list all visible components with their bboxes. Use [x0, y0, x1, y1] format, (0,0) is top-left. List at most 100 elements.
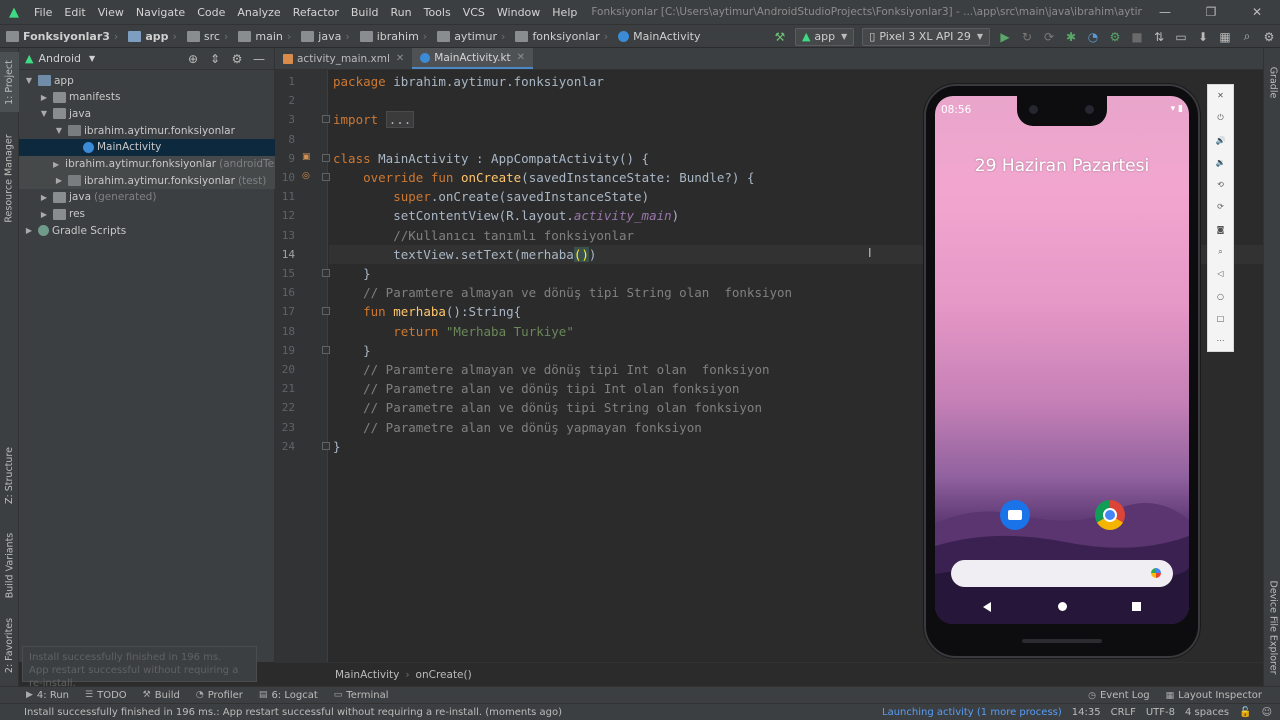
recents-icon[interactable] — [1132, 602, 1141, 611]
more-icon[interactable]: ⋯ — [1208, 330, 1233, 352]
tab-device-file-explorer[interactable]: Device File Explorer — [1264, 572, 1280, 682]
tree-item[interactable]: ▶ ibrahim.aytimur.fonksiyonlar (androidTes… — [19, 155, 288, 173]
minimize-icon[interactable]: — — [1142, 5, 1188, 19]
lock-icon[interactable]: 🔓 — [1239, 707, 1251, 718]
tab-structure[interactable]: Z: Structure — [0, 440, 19, 510]
tree-item[interactable]: MainActivity — [19, 138, 275, 156]
run-config-select[interactable]: ▲ app ▼ — [794, 27, 855, 46]
editor-tab[interactable]: MainActivity.kt ✕ — [412, 48, 534, 69]
chevron-down-icon[interactable]: ▼ — [38, 109, 50, 118]
close-tab-icon[interactable]: ✕ — [517, 52, 525, 63]
toolwindow-event-log[interactable]: ◷ Event Log — [1080, 690, 1158, 701]
tree-item[interactable]: ▼ app — [19, 72, 275, 89]
code-line[interactable]: } — [333, 264, 371, 283]
status-message[interactable]: Install successfully finished in 196 ms.… — [0, 707, 562, 718]
breadcrumb-item[interactable]: src › — [181, 30, 232, 43]
apply-changes-icon[interactable]: ↻ — [1016, 25, 1038, 48]
attach-debugger-icon[interactable]: ⚙ — [1104, 25, 1126, 48]
code-line[interactable]: } — [333, 437, 341, 456]
breadcrumb-item[interactable]: app › — [122, 30, 181, 43]
menu-run[interactable]: Run — [385, 0, 418, 25]
tab-resource-manager[interactable]: Resource Manager — [0, 128, 19, 228]
settings-gear-icon[interactable]: ⚙ — [1258, 25, 1280, 48]
chevron-right-icon[interactable]: ▶ — [53, 176, 65, 185]
notification-toast[interactable]: Install successfully finished in 196 ms.… — [22, 646, 257, 689]
volume-up-icon[interactable]: 🔊 — [1208, 130, 1233, 152]
tree-item[interactable]: ▼ java — [19, 105, 275, 122]
chevron-down-icon[interactable]: ▼ — [23, 76, 35, 85]
search-icon[interactable]: ⌕ — [1236, 25, 1258, 48]
tab-build-variants[interactable]: Build Variants — [0, 520, 19, 610]
chevron-right-icon[interactable]: ▶ — [38, 193, 50, 202]
breadcrumb-item[interactable]: fonksiyonlar › — [509, 30, 612, 43]
screenshot-icon[interactable]: ◙ — [1208, 219, 1233, 241]
collapse-all-icon[interactable]: ⇕ — [204, 52, 226, 66]
file-encoding[interactable]: UTF-8 — [1146, 707, 1175, 718]
google-assistant-icon[interactable] — [1151, 568, 1161, 578]
menu-file[interactable]: File — [28, 0, 58, 25]
zoom-icon[interactable]: ⌕ — [1208, 241, 1233, 263]
activity-gutter-icon[interactable]: ▣ — [302, 152, 314, 164]
close-icon[interactable]: ✕ — [1234, 5, 1280, 19]
menu-code[interactable]: Code — [191, 0, 231, 25]
code-line[interactable]: // Parametre alan ve dönüş tipi String o… — [333, 398, 762, 417]
breadcrumb-item[interactable]: ibrahim › — [354, 30, 431, 43]
code-line[interactable]: override fun onCreate(savedInstanceState… — [333, 168, 754, 187]
code-line[interactable]: import ... — [333, 110, 415, 129]
run-icon[interactable]: ▶ — [994, 25, 1016, 48]
menu-navigate[interactable]: Navigate — [130, 0, 191, 25]
breadcrumb-class[interactable]: MainActivity — [335, 669, 399, 681]
breadcrumb-method[interactable]: onCreate() — [416, 669, 472, 681]
toolwindow-todo[interactable]: ☰ TODO — [77, 690, 135, 701]
menu-view[interactable]: View — [92, 0, 130, 25]
toolwindow-layout-inspector[interactable]: ▦ Layout Inspector — [1158, 690, 1270, 701]
debug-icon[interactable]: ✱ — [1060, 25, 1082, 48]
tree-item[interactable]: ▶ res — [19, 206, 275, 223]
home-icon[interactable] — [1058, 602, 1067, 611]
breadcrumb-item[interactable]: Fonksiyonlar3 › — [0, 30, 122, 43]
google-search-bar[interactable] — [951, 560, 1173, 587]
device-select[interactable]: ▯ Pixel 3 XL API 29 ▼ — [862, 27, 990, 46]
toolwindow-build[interactable]: ⚒ Build — [135, 690, 188, 701]
volume-down-icon[interactable]: 🔉 — [1208, 152, 1233, 174]
code-line[interactable]: } — [333, 341, 371, 360]
profile-icon[interactable]: ◔ — [1082, 25, 1104, 48]
rotate-left-icon[interactable]: ⟲ — [1208, 174, 1233, 196]
toolwindow-logcat[interactable]: ▤ 6: Logcat — [251, 690, 326, 701]
chrome-icon[interactable] — [1095, 500, 1125, 530]
editor-tab[interactable]: activity_main.xml ✕ — [275, 48, 412, 69]
project-view-select[interactable]: ▲ Android ▼ — [25, 52, 95, 65]
breadcrumb-item[interactable]: MainActivity — [612, 30, 704, 43]
indent-setting[interactable]: 4 spaces — [1185, 707, 1229, 718]
stop-icon[interactable]: ■ — [1126, 25, 1148, 48]
tree-item[interactable]: ▶ Gradle Scripts — [19, 222, 275, 239]
back-icon[interactable]: ◁ — [1208, 263, 1233, 285]
code-line[interactable]: // Parametre alan ve dönüş tipi Int olan… — [333, 379, 739, 398]
menu-edit[interactable]: Edit — [58, 0, 91, 25]
caret-position[interactable]: 14:35 — [1072, 707, 1101, 718]
menu-vcs[interactable]: VCS — [457, 0, 491, 25]
locate-icon[interactable]: ⊕ — [182, 52, 204, 66]
tree-item[interactable]: ▼ ibrahim.aytimur.fonksiyonlar — [19, 122, 275, 139]
code-line[interactable]: super.onCreate(savedInstanceState) — [333, 187, 649, 206]
home-icon[interactable]: ○ — [1208, 286, 1233, 308]
menu-build[interactable]: Build — [345, 0, 385, 25]
hide-icon[interactable]: — — [248, 52, 270, 66]
chevron-right-icon[interactable]: ▶ — [53, 160, 59, 169]
code-line[interactable]: package ibrahim.aytimur.fonksiyonlar — [333, 72, 604, 91]
close-tab-icon[interactable]: ✕ — [396, 53, 404, 64]
menu-refactor[interactable]: Refactor — [287, 0, 345, 25]
gear-icon[interactable]: ⚙ — [226, 52, 248, 66]
chevron-right-icon[interactable]: ▶ — [38, 210, 50, 219]
breadcrumb-item[interactable]: main › — [232, 30, 295, 43]
toolwindow-run[interactable]: ▶ 4: Run — [18, 690, 77, 701]
layout-icon[interactable]: ▦ — [1214, 25, 1236, 48]
tree-item[interactable]: ▶ manifests — [19, 89, 275, 106]
tab-project[interactable]: 1: Project — [0, 52, 19, 112]
sync-gradle-icon[interactable]: ⇅ — [1148, 25, 1170, 48]
overview-icon[interactable]: □ — [1208, 308, 1233, 330]
restore-icon[interactable]: ❐ — [1188, 5, 1234, 19]
code-line[interactable]: // Parametre alan ve dönüş yapmayan fonk… — [333, 418, 702, 437]
override-gutter-icon[interactable]: ◎ — [302, 171, 314, 183]
code-line[interactable]: // Paramtere almayan ve dönüş tipi Strin… — [333, 283, 792, 302]
